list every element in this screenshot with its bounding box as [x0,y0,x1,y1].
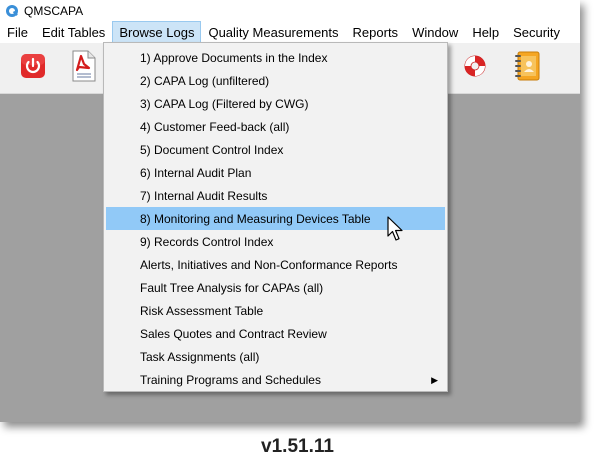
menu-help[interactable]: Help [465,21,506,44]
version-label: v1.51.11 [261,436,334,457]
power-button[interactable] [16,51,50,85]
menu-edit-tables[interactable]: Edit Tables [35,21,112,44]
menu-item-internal-audit-plan[interactable]: 6) Internal Audit Plan [106,161,445,184]
window-title: QMSCAPA [24,4,84,18]
menu-window[interactable]: Window [405,21,465,44]
menu-item-customer-feedback[interactable]: 4) Customer Feed-back (all) [106,115,445,138]
menu-item-capa-log-filtered[interactable]: 3) CAPA Log (Filtered by CWG) [106,92,445,115]
title-bar: QMSCAPA [0,0,580,22]
menu-item-fault-tree-analysis[interactable]: Fault Tree Analysis for CAPAs (all) [106,276,445,299]
menu-reports[interactable]: Reports [346,21,406,44]
pdf-document-button[interactable] [66,50,100,87]
menu-item-document-control-index[interactable]: 5) Document Control Index [106,138,445,161]
help-button[interactable] [458,51,492,85]
notebook-icon [513,50,541,87]
lifebuoy-icon [463,54,487,83]
menu-item-label: Training Programs and Schedules [140,373,321,387]
notebook-button[interactable] [510,51,544,85]
menu-item-approve-documents[interactable]: 1) Approve Documents in the Index [106,46,445,69]
menu-quality-measurements[interactable]: Quality Measurements [201,21,345,44]
mouse-pointer-icon [387,216,405,244]
app-logo-icon [5,4,19,18]
app-window: QMSCAPA File Edit Tables Browse Logs Qua… [0,0,580,422]
menu-item-capa-log-unfiltered[interactable]: 2) CAPA Log (unfiltered) [106,69,445,92]
submenu-arrow-icon: ▶ [431,375,438,385]
menu-file[interactable]: File [0,21,35,44]
menu-item-task-assignments[interactable]: Task Assignments (all) [106,345,445,368]
power-icon [20,53,46,84]
document-pdf-icon [69,50,97,87]
menu-item-internal-audit-results[interactable]: 7) Internal Audit Results [106,184,445,207]
menu-item-sales-quotes[interactable]: Sales Quotes and Contract Review [106,322,445,345]
menu-bar: File Edit Tables Browse Logs Quality Mea… [0,21,580,44]
menu-browse-logs[interactable]: Browse Logs [112,21,202,44]
menu-item-risk-assessment[interactable]: Risk Assessment Table [106,299,445,322]
menu-item-training-programs[interactable]: Training Programs and Schedules ▶ [106,368,445,391]
menu-security[interactable]: Security [506,21,567,44]
menu-item-alerts-initiatives[interactable]: Alerts, Initiatives and Non-Conformance … [106,253,445,276]
